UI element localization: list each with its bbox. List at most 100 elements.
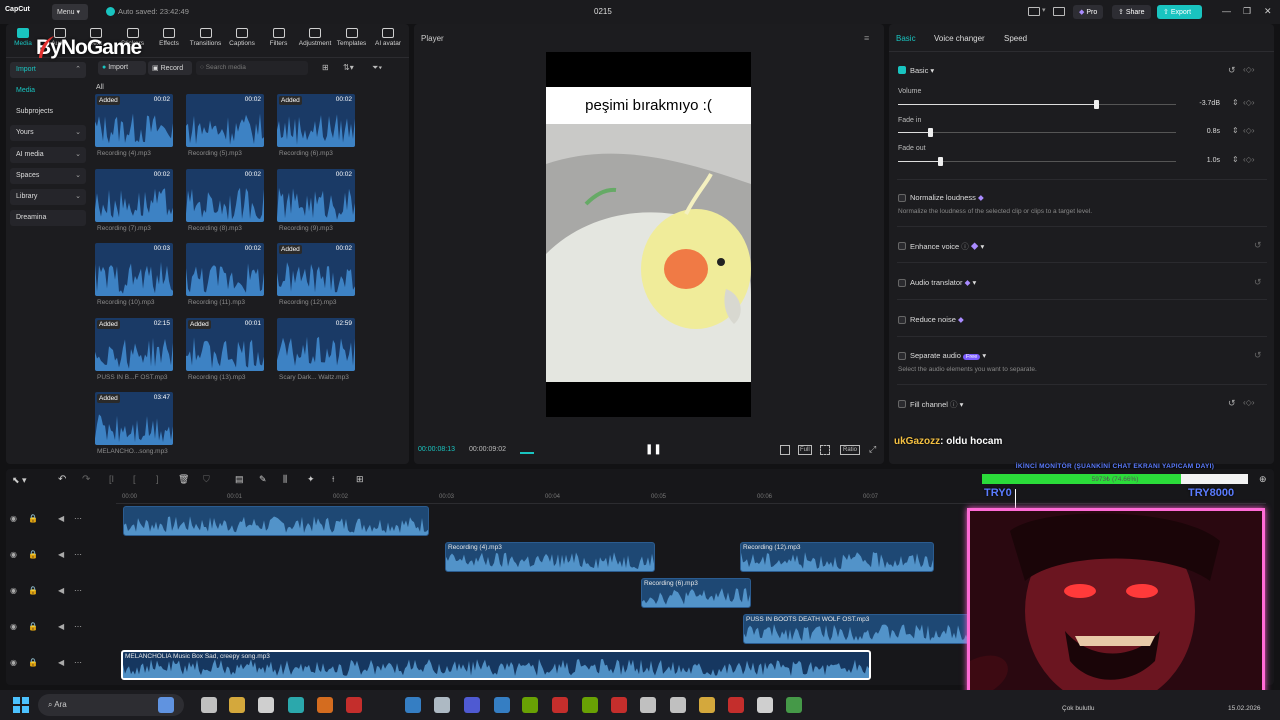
separate-audio-checkbox[interactable] (898, 352, 906, 360)
lock-icon[interactable]: 🔒 (28, 658, 38, 667)
speaker-icon[interactable]: ◀ (58, 622, 64, 631)
chrome-icon[interactable] (699, 697, 715, 713)
media-thumbnail[interactable]: 03:47 Added (95, 392, 173, 445)
beat-icon[interactable]: ⫼ (283, 474, 287, 485)
terminal-icon[interactable] (317, 697, 333, 713)
volume-keyframe-icon[interactable]: ‹◇› (1243, 98, 1254, 107)
split-icon[interactable]: [I (109, 474, 114, 484)
split-left-icon[interactable]: [ (133, 474, 136, 484)
fill-reset-icon[interactable]: ↺ (1228, 398, 1236, 409)
media-thumbnail[interactable]: 02:15 Added (95, 317, 173, 371)
tab-speed[interactable]: Speed (1004, 34, 1027, 43)
fade-out-keyframe-icon[interactable]: ‹◇› (1243, 155, 1254, 164)
search-input[interactable]: ○ Search media (196, 61, 308, 75)
translator-reset-icon[interactable]: ↺ (1254, 277, 1262, 288)
fade-out-value[interactable]: 1.0s (1190, 154, 1224, 168)
speaker-icon[interactable]: ◀ (58, 586, 64, 595)
fill-keyframe-icon[interactable]: ‹◇› (1243, 398, 1254, 407)
zoom-icon[interactable]: ⊕ (1259, 474, 1267, 485)
capcut-taskbar-icon[interactable] (258, 697, 274, 713)
media-thumbnail[interactable]: 00:02 Added (95, 94, 173, 147)
menu-button[interactable]: Menu ▾ (52, 4, 88, 20)
discord-icon[interactable] (464, 697, 480, 713)
sidebar-item-spaces[interactable]: Spaces ⌄ (10, 168, 86, 184)
enhance-voice-checkbox[interactable] (898, 242, 906, 250)
task-view-icon[interactable] (201, 697, 217, 713)
tab-templates[interactable]: Templates (332, 28, 372, 47)
sidebar-item-library[interactable]: Library ⌄ (10, 189, 86, 205)
timeline-clip[interactable] (123, 506, 429, 536)
redo-icon[interactable]: ↷ (82, 474, 90, 485)
copilot-icon[interactable] (158, 697, 174, 713)
pro-button[interactable]: ◆ Pro (1073, 5, 1104, 19)
ratio-button[interactable]: Ratio (840, 445, 861, 455)
basic-checkbox[interactable] (898, 66, 906, 74)
opera-icon[interactable] (728, 697, 744, 713)
timeline-clip[interactable]: Recording (4).mp3 (445, 542, 655, 572)
fade-in-value[interactable]: 0.8s (1190, 125, 1224, 139)
timeline-clip[interactable]: MELANCHOLIA Music Box Sad, creepy song.m… (121, 650, 871, 680)
tab-basic[interactable]: Basic (896, 34, 916, 43)
fade-in-keyframe-icon[interactable]: ‹◇› (1243, 126, 1254, 135)
full-quality-icon[interactable]: Full (798, 445, 812, 455)
tab-adjustment[interactable]: Adjustment (295, 28, 335, 47)
media-thumbnail[interactable]: 00:02 (95, 168, 173, 222)
filter-icon[interactable]: ⏷▾ (372, 63, 382, 73)
tab-filters[interactable]: Filters (259, 28, 299, 47)
keyframe-icon[interactable]: ‹◇› (1243, 65, 1254, 74)
edge-icon[interactable] (288, 697, 304, 713)
normalize-checkbox[interactable] (898, 194, 906, 202)
more-icon[interactable]: ⋯ (74, 514, 82, 523)
reduce-noise-checkbox[interactable] (898, 316, 906, 324)
split-right-icon[interactable]: ] (156, 474, 159, 484)
freeze-icon[interactable]: ⊞ (356, 474, 364, 485)
timeline-clip[interactable]: Recording (6).mp3 (641, 578, 751, 608)
audio-track-icon[interactable]: ◉ (10, 622, 17, 631)
tab-transitions[interactable]: Transitions (186, 28, 226, 47)
capcut-alt-icon[interactable] (757, 697, 773, 713)
fullscreen-icon[interactable]: ⤢ (869, 444, 876, 455)
windows-start-icon[interactable] (13, 697, 29, 713)
lock-icon[interactable]: 🔒 (28, 622, 38, 631)
speaker-icon[interactable]: ◀ (58, 550, 64, 559)
fade-out-knob[interactable] (938, 157, 943, 166)
reset-icon[interactable]: ↺ (1228, 65, 1236, 76)
tab-captions[interactable]: Captions (222, 28, 262, 47)
vscode-icon[interactable] (494, 697, 510, 713)
shortcut-icon[interactable] (1053, 7, 1065, 16)
more-icon[interactable]: ⋯ (74, 586, 82, 595)
video-canvas[interactable]: peşimi bırakmıyo :( (546, 52, 751, 417)
xbox-icon[interactable] (522, 697, 538, 713)
more-icon[interactable]: ⋯ (74, 550, 82, 559)
record-button[interactable]: ▣ Record (148, 61, 192, 75)
delete-icon[interactable]: 🗑 (178, 474, 189, 485)
restore-icon[interactable]: ❐ (1243, 6, 1251, 17)
separate-reset-icon[interactable]: ↺ (1254, 350, 1262, 361)
shield-icon[interactable]: ⛉ (203, 474, 210, 485)
audio-split-icon[interactable]: ⟊ (332, 474, 334, 485)
sidebar-item-import[interactable]: Import ⌃ (10, 62, 86, 78)
export-button[interactable]: ⇧ Export (1157, 5, 1202, 19)
close-icon[interactable]: ✕ (1264, 6, 1272, 17)
audio-track-icon[interactable]: ◉ (10, 514, 17, 523)
audio-track-icon[interactable]: ◉ (10, 586, 17, 595)
lock-icon[interactable]: 🔒 (28, 550, 38, 559)
chrome-alt-icon[interactable] (786, 697, 802, 713)
minimize-icon[interactable]: — (1222, 6, 1231, 16)
tab-ai-avatar[interactable]: AI avatar (368, 28, 408, 47)
crop-icon[interactable] (820, 445, 830, 455)
layout-icon[interactable] (1028, 7, 1040, 16)
media-thumbnail[interactable]: 00:02 Added (277, 243, 355, 296)
lock-icon[interactable]: 🔒 (28, 514, 38, 523)
sidebar-item-media[interactable]: Media (10, 83, 86, 99)
media-thumbnail[interactable]: 00:02 (186, 168, 264, 222)
fill-channel-checkbox[interactable] (898, 400, 906, 408)
audio-track-icon[interactable]: ◉ (10, 658, 17, 667)
sidebar-item-dreamina[interactable]: Dreamina (10, 210, 86, 226)
steam-icon[interactable] (434, 697, 450, 713)
media-thumbnail[interactable]: 00:02 (277, 168, 355, 222)
media-thumbnail[interactable]: 00:02 (186, 243, 264, 296)
sidebar-item-ai-media[interactable]: AI media ⌄ (10, 147, 86, 163)
more-icon[interactable]: ⋯ (74, 622, 82, 631)
speaker-icon[interactable]: ◀ (58, 514, 64, 523)
